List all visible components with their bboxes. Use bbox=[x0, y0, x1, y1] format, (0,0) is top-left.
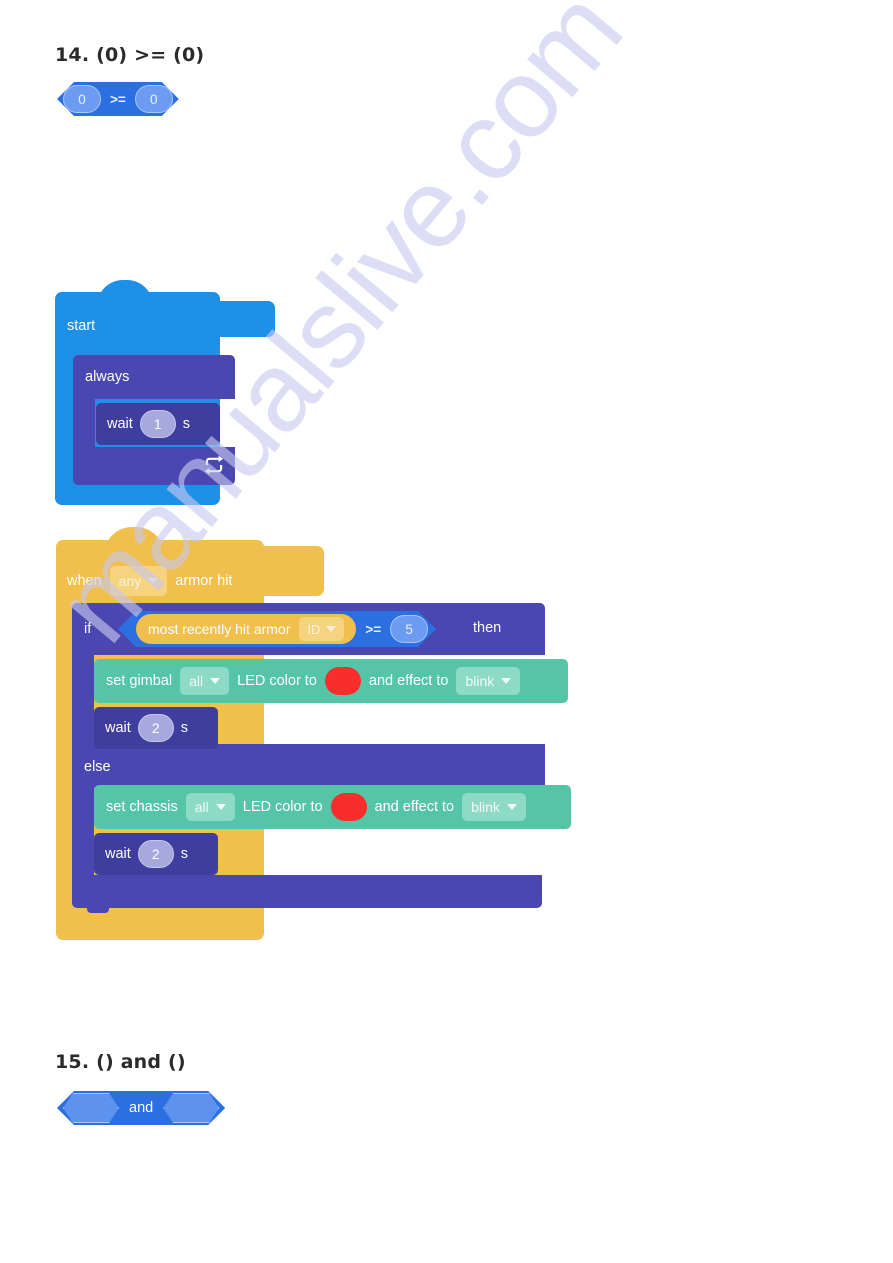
wait-unit-label: s bbox=[182, 415, 191, 432]
gte-right-input[interactable]: 0 bbox=[135, 85, 173, 113]
most-recently-hit-armor-reporter[interactable]: most recently hit armor ID bbox=[136, 614, 356, 644]
set-gimbal-led-block[interactable]: set gimbal all LED color to and effect t… bbox=[94, 659, 568, 703]
wait-block-3-notch bbox=[106, 833, 128, 838]
if-top-notch bbox=[87, 603, 109, 609]
wait-duration-input[interactable]: 1 bbox=[139, 410, 176, 438]
chevron-down-icon bbox=[506, 804, 517, 810]
condition-operator-label: >= bbox=[365, 621, 382, 637]
gimbal-effect-dropdown[interactable]: blink bbox=[456, 667, 521, 695]
then-label: then bbox=[473, 620, 502, 636]
gimbal-effect-label: and effect to bbox=[368, 672, 449, 689]
chevron-down-icon bbox=[148, 578, 159, 584]
document-page: 14. (0) >= (0) 0 >= 0 start always wait … bbox=[0, 0, 893, 1263]
wait-block-2[interactable]: wait 2 s bbox=[94, 707, 218, 749]
if-branch-spine bbox=[72, 655, 94, 748]
section-heading-14: 14. (0) >= (0) bbox=[55, 44, 205, 66]
set-gimbal-prefix-label: set gimbal bbox=[106, 672, 173, 689]
when-header-row: when any armor hit bbox=[67, 566, 232, 596]
and-left-slot[interactable] bbox=[63, 1093, 119, 1123]
set-chassis-prefix-label: set chassis bbox=[106, 798, 178, 815]
and-right-slot[interactable] bbox=[163, 1093, 219, 1123]
gimbal-led-color-label: LED color to bbox=[237, 672, 317, 689]
wait-unit-label: s bbox=[180, 719, 189, 736]
reporter-id-value: ID bbox=[307, 621, 321, 637]
else-divider-bar bbox=[72, 744, 545, 788]
chassis-effect-label: and effect to bbox=[374, 798, 455, 815]
gte-left-input[interactable]: 0 bbox=[63, 85, 101, 113]
wait-block-1[interactable]: wait 1 s bbox=[96, 403, 220, 445]
wait-duration-input[interactable]: 2 bbox=[137, 840, 174, 868]
always-label: always bbox=[85, 369, 130, 385]
always-notch bbox=[88, 355, 110, 361]
chassis-target-dropdown[interactable]: all bbox=[185, 793, 235, 821]
else-branch-spine bbox=[72, 788, 94, 881]
chevron-down-icon bbox=[210, 678, 221, 684]
and-operator-label: and bbox=[129, 1100, 154, 1116]
if-bottom-bar bbox=[72, 875, 542, 913]
gimbal-color-swatch[interactable] bbox=[324, 667, 361, 695]
repeat-icon bbox=[204, 455, 224, 475]
reporter-id-dropdown[interactable]: ID bbox=[299, 617, 344, 641]
chassis-color-swatch[interactable] bbox=[330, 793, 367, 821]
chassis-led-color-label: LED color to bbox=[242, 798, 323, 815]
gimbal-effect-value: blink bbox=[465, 673, 495, 689]
chassis-effect-value: blink bbox=[471, 799, 500, 815]
when-prefix-label: when bbox=[67, 572, 102, 589]
chassis-target-value: all bbox=[194, 799, 209, 815]
wait-label: wait bbox=[107, 415, 133, 432]
wait-block-1-notch bbox=[108, 403, 130, 408]
chevron-down-icon bbox=[215, 804, 226, 810]
boolean-gte-block[interactable]: 0 >= 0 bbox=[57, 82, 179, 116]
chevron-down-icon bbox=[326, 626, 336, 632]
wait-label: wait bbox=[105, 719, 131, 736]
chassis-effect-dropdown[interactable]: blink bbox=[462, 793, 526, 821]
set-chassis-notch bbox=[106, 785, 128, 790]
boolean-and-block[interactable]: and bbox=[57, 1091, 225, 1125]
start-label: start bbox=[67, 318, 96, 334]
section-heading-15: 15. () and () bbox=[55, 1051, 186, 1073]
wait-block-2-notch bbox=[106, 707, 128, 712]
armor-selector-value: any bbox=[118, 573, 142, 589]
when-suffix-label: armor hit bbox=[175, 572, 233, 589]
chevron-down-icon bbox=[501, 678, 512, 684]
wait-duration-input[interactable]: 2 bbox=[137, 714, 174, 742]
else-label: else bbox=[84, 759, 111, 775]
gimbal-target-dropdown[interactable]: all bbox=[180, 667, 230, 695]
wait-unit-label: s bbox=[180, 845, 189, 862]
if-bottom-notch bbox=[87, 908, 109, 913]
gte-operator-label: >= bbox=[110, 91, 126, 107]
set-chassis-led-block[interactable]: set chassis all LED color to and effect … bbox=[94, 785, 571, 829]
gimbal-target-value: all bbox=[189, 673, 204, 689]
wait-label: wait bbox=[105, 845, 131, 862]
condition-boolean-block[interactable]: most recently hit armor ID >= 5 bbox=[118, 611, 436, 647]
if-label: if bbox=[84, 621, 92, 637]
reporter-label: most recently hit armor bbox=[148, 621, 291, 637]
condition-value-input[interactable]: 5 bbox=[390, 615, 428, 643]
wait-block-3[interactable]: wait 2 s bbox=[94, 833, 218, 875]
armor-selector-dropdown[interactable]: any bbox=[109, 566, 168, 596]
set-gimbal-notch bbox=[106, 659, 128, 664]
